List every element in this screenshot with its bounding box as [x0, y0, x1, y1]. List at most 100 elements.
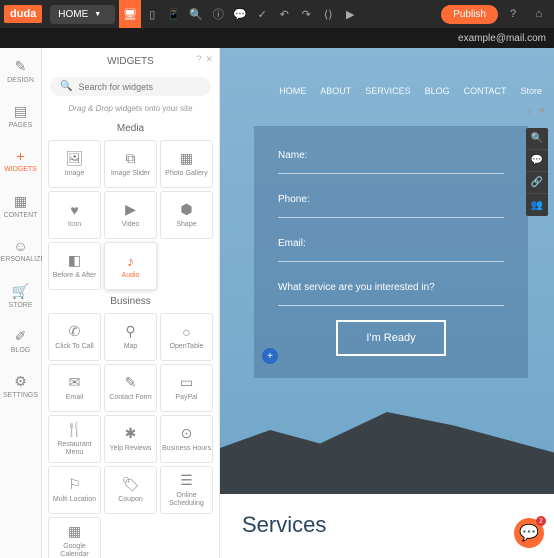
dev-icon[interactable]: ⟨⟩: [317, 0, 339, 28]
panel-title: WIDGETS: [42, 48, 219, 73]
widget-icon: 🍴: [66, 421, 83, 438]
design-icon: ✎: [15, 58, 27, 75]
widget-search[interactable]: 🔍: [50, 77, 211, 96]
phone-field[interactable]: Phone:: [278, 188, 504, 218]
widget-icon: ▭: [180, 374, 193, 391]
widget-yelp-reviews[interactable]: ✱Yelp Reviews: [104, 415, 157, 463]
close-icon[interactable]: ✕: [538, 106, 546, 117]
widget-icon: ⧉: [126, 150, 136, 167]
widget-audio[interactable]: ♪Audio: [104, 242, 157, 290]
desktop-view-icon[interactable]: 🖥: [119, 0, 141, 28]
widget-icon: ✱: [125, 425, 137, 442]
widget-online-scheduling[interactable]: ☰Online Scheduling: [160, 466, 213, 514]
name-field[interactable]: Name:: [278, 144, 504, 174]
widget-image[interactable]: 🖼Image: [48, 140, 101, 188]
nav-widgets[interactable]: +WIDGETS: [0, 138, 41, 183]
widget-icon: ♪: [127, 253, 134, 269]
category-title: Media: [42, 117, 219, 140]
publish-button[interactable]: Publish: [441, 5, 498, 24]
sitenav-home[interactable]: HOME: [279, 86, 306, 96]
widget-icon: ○: [182, 324, 190, 340]
brand-logo: duda: [4, 5, 42, 23]
content-icon: ▦: [14, 193, 27, 210]
email-display: example@mail.com: [458, 33, 546, 44]
mobile-view-icon[interactable]: 📱: [163, 0, 185, 28]
widget-icon: ⚐: [68, 476, 81, 493]
service-field[interactable]: What service are you interested in?: [278, 276, 504, 306]
tablet-view-icon[interactable]: ▯: [141, 0, 163, 28]
sitenav-store[interactable]: Store: [520, 86, 542, 96]
panel-help-icon[interactable]: ?: [196, 54, 201, 65]
help-icon[interactable]: ?: [502, 0, 524, 28]
preview-icon[interactable]: ▶: [339, 0, 361, 28]
floating-toolbar: 🔍 💬 🔗 👥: [526, 128, 548, 216]
sitenav-about[interactable]: ABOUT: [320, 86, 351, 96]
comment-icon[interactable]: 💬: [229, 0, 251, 28]
site-canvas[interactable]: HOMEABOUTSERVICESBLOGCONTACTStore Name: …: [220, 48, 554, 558]
widget-icon: ✉: [69, 374, 81, 391]
widget-icon: ⬢: [180, 201, 192, 218]
nav-personalize[interactable]: ☺PERSONALIZE: [0, 228, 41, 273]
drag-hint: Drag & Drop widgets onto your site: [42, 100, 219, 117]
add-section-button[interactable]: +: [262, 348, 278, 364]
home-icon[interactable]: ⌂: [528, 0, 550, 28]
search-icon[interactable]: 🔍: [185, 0, 207, 28]
widget-restaurant-menu[interactable]: 🍴Restaurant Menu: [48, 415, 101, 463]
tool-chat-icon[interactable]: 💬: [526, 150, 548, 172]
widget-image-slider[interactable]: ⧉Image Slider: [104, 140, 157, 188]
info-icon[interactable]: ⓘ: [207, 0, 229, 28]
widget-icon: 🖼: [66, 150, 84, 167]
panel-close-icon[interactable]: ✕: [205, 54, 213, 65]
sitenav-blog[interactable]: BLOG: [425, 86, 450, 96]
tool-link-icon[interactable]: 🔗: [526, 172, 548, 194]
widget-icon[interactable]: ♥Icon: [48, 191, 101, 239]
widget-contact-form[interactable]: ✎Contact Form: [104, 364, 157, 412]
widget-before-after[interactable]: ◧Before & After: [48, 242, 101, 290]
widget-icon: ✆: [69, 323, 81, 340]
widget-map[interactable]: ⚲Map: [104, 313, 157, 361]
undo-icon[interactable]: ↶: [273, 0, 295, 28]
nav-store[interactable]: 🛒STORE: [0, 273, 41, 318]
personalize-icon: ☺: [13, 238, 27, 254]
settings-icon: ⚙: [14, 373, 27, 390]
widget-icon: ⊙: [181, 425, 193, 442]
widget-icon: ✎: [125, 374, 137, 391]
nav-settings[interactable]: ⚙SETTINGS: [0, 363, 41, 408]
nav-content[interactable]: ▦CONTENT: [0, 183, 41, 228]
sitenav-contact[interactable]: CONTACT: [464, 86, 507, 96]
category-title: Business: [42, 290, 219, 313]
email-field[interactable]: Email:: [278, 232, 504, 262]
widget-icon: ♥: [70, 202, 78, 218]
widget-google-calendar[interactable]: ▦Google Calendar: [48, 517, 101, 558]
services-section: Services: [220, 494, 554, 558]
submit-button[interactable]: I'm Ready: [336, 320, 445, 356]
check-icon[interactable]: ✓: [251, 0, 273, 28]
widget-shape[interactable]: ⬢Shape: [160, 191, 213, 239]
widget-coupon[interactable]: 🏷Coupon: [104, 466, 157, 514]
redo-icon[interactable]: ↷: [295, 0, 317, 28]
widget-business-hours[interactable]: ⊙Business Hours: [160, 415, 213, 463]
search-input[interactable]: [78, 82, 201, 92]
page-selector[interactable]: HOME ▼: [50, 5, 115, 24]
chevron-down-icon: ▼: [94, 11, 101, 18]
tool-share-icon[interactable]: 👥: [526, 194, 548, 216]
widget-paypal[interactable]: ▭PayPal: [160, 364, 213, 412]
hero-image: [220, 412, 554, 502]
nav-blog[interactable]: ✐BLOG: [0, 318, 41, 363]
widget-multi-location[interactable]: ⚐Multi Location: [48, 466, 101, 514]
widget-opentable[interactable]: ○OpenTable: [160, 313, 213, 361]
sitenav-services[interactable]: SERVICES: [365, 86, 410, 96]
nav-design[interactable]: ✎DESIGN: [0, 48, 41, 93]
widget-video[interactable]: ▶Video: [104, 191, 157, 239]
nav-pages[interactable]: ▤PAGES: [0, 93, 41, 138]
widget-click-to-call[interactable]: ✆Click To Call: [48, 313, 101, 361]
widget-photo-gallery[interactable]: ▦Photo Gallery: [160, 140, 213, 188]
widget-icon: ▶: [125, 201, 136, 218]
chat-bubble[interactable]: 💬: [514, 518, 544, 548]
widget-icon: ▦: [180, 150, 193, 167]
store-icon: 🛒: [12, 283, 29, 300]
tool-search-icon[interactable]: 🔍: [526, 128, 548, 150]
collapse-icon[interactable]: ⟨: [528, 106, 532, 117]
widget-email[interactable]: ✉Email: [48, 364, 101, 412]
widgets-icon: +: [16, 148, 24, 164]
